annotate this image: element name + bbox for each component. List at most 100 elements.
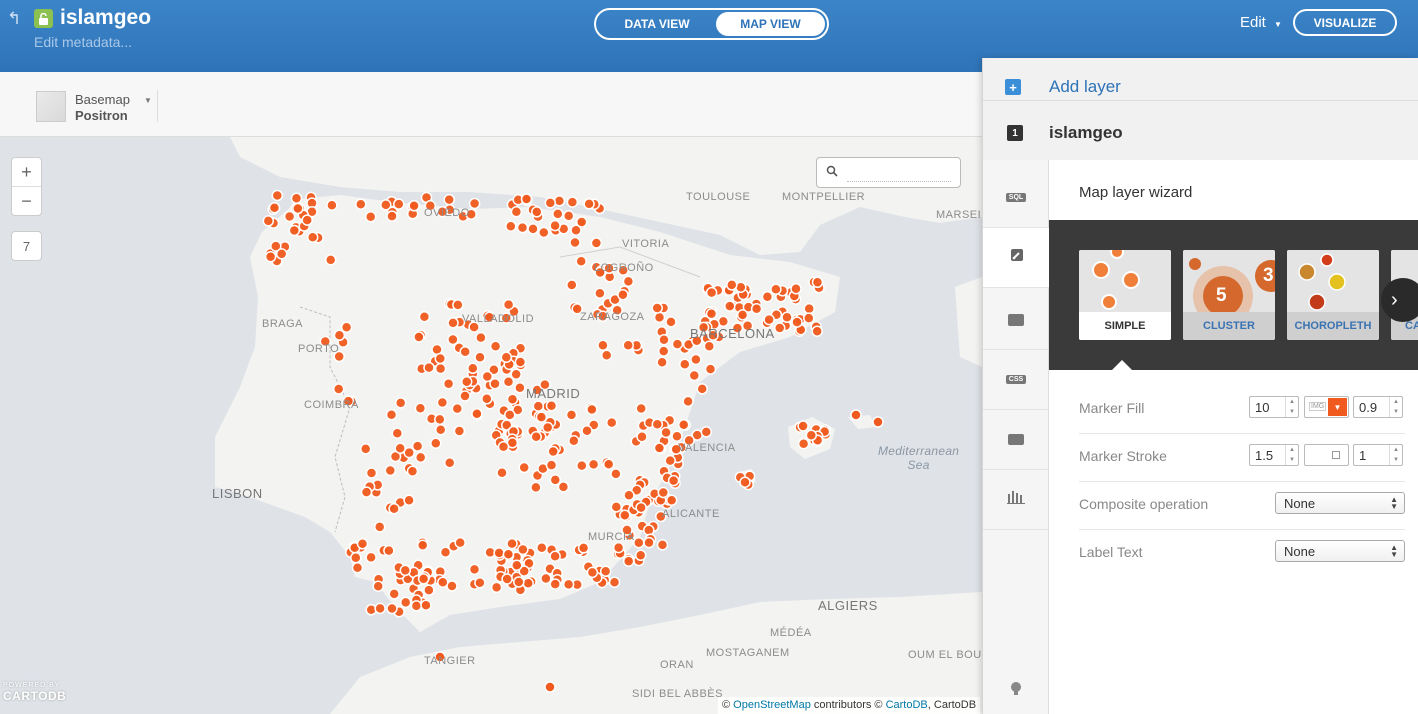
map-marker[interactable] — [434, 362, 447, 375]
map-marker[interactable] — [811, 276, 824, 289]
cartodb-logo[interactable]: POWERED BY CARTODB — [3, 682, 66, 703]
map-marker[interactable] — [797, 437, 810, 450]
map-marker[interactable] — [773, 322, 786, 334]
map-marker[interactable] — [514, 356, 527, 368]
map-view-tab[interactable]: MAP VIEW — [716, 12, 825, 36]
map-marker[interactable] — [797, 420, 809, 432]
map-marker[interactable] — [511, 559, 523, 572]
map-marker[interactable] — [510, 368, 522, 380]
map-marker[interactable] — [374, 602, 386, 615]
map-marker[interactable] — [781, 311, 793, 324]
map-marker[interactable] — [414, 451, 427, 464]
map-marker[interactable] — [541, 421, 554, 434]
map-marker[interactable] — [418, 310, 431, 323]
visualize-button[interactable]: VISUALIZE — [1293, 9, 1397, 36]
map-marker[interactable] — [406, 465, 419, 478]
map-marker[interactable] — [490, 581, 503, 594]
map-marker[interactable] — [657, 486, 670, 499]
map-marker[interactable] — [459, 390, 471, 402]
map-marker[interactable] — [575, 255, 587, 268]
map-marker[interactable] — [608, 576, 621, 588]
map-marker[interactable] — [622, 339, 634, 351]
map-marker[interactable] — [587, 458, 600, 471]
map-marker[interactable] — [332, 383, 345, 395]
map-marker[interactable] — [292, 202, 304, 215]
map-marker[interactable] — [544, 681, 556, 693]
map-marker[interactable] — [386, 602, 398, 615]
map-marker[interactable] — [475, 331, 487, 344]
map-marker[interactable] — [502, 298, 515, 311]
map-marker[interactable] — [447, 317, 459, 329]
map-marker[interactable] — [517, 543, 529, 556]
map-marker[interactable] — [468, 563, 481, 576]
map-marker[interactable] — [671, 338, 684, 350]
map-marker[interactable] — [506, 537, 518, 550]
map-marker[interactable] — [383, 544, 395, 557]
cartodb-link[interactable]: CartoDB — [886, 699, 928, 711]
map-marker[interactable] — [493, 547, 505, 559]
marker-fill-color-picker[interactable]: IMG ▼ — [1304, 396, 1349, 418]
map-marker[interactable] — [651, 418, 664, 430]
map-canvas[interactable]: TOULOUSE MONTPELLIER MARSEILLE OVIEDO VI… — [0, 137, 982, 714]
map-marker[interactable] — [437, 576, 449, 589]
map-marker[interactable] — [635, 402, 647, 415]
map-marker[interactable] — [420, 599, 432, 611]
map-marker[interactable] — [635, 501, 647, 514]
map-marker[interactable] — [399, 596, 412, 609]
map-marker[interactable] — [545, 399, 558, 412]
tool-filters[interactable] — [983, 470, 1049, 530]
map-marker[interactable] — [388, 588, 400, 600]
marker-fill-width-stepper[interactable]: 10 ▲ ▼ — [1249, 396, 1299, 418]
map-marker[interactable] — [602, 458, 615, 470]
map-marker[interactable] — [380, 199, 392, 211]
map-marker[interactable] — [619, 509, 631, 521]
map-marker[interactable] — [326, 199, 338, 211]
map-marker[interactable] — [510, 206, 523, 218]
map-marker[interactable] — [384, 464, 397, 477]
map-marker[interactable] — [439, 546, 452, 559]
map-marker[interactable] — [385, 409, 398, 421]
map-marker[interactable] — [590, 237, 603, 249]
map-marker[interactable] — [451, 402, 464, 415]
map-marker[interactable] — [520, 193, 533, 205]
map-marker[interactable] — [442, 377, 455, 390]
basemap-thumbnail[interactable] — [36, 91, 66, 122]
map-marker[interactable] — [532, 400, 545, 412]
stepper-arrows-icon[interactable]: ▲ ▼ — [1389, 397, 1402, 417]
map-marker[interactable] — [803, 312, 815, 324]
map-marker[interactable] — [549, 219, 561, 232]
map-marker[interactable] — [568, 435, 580, 447]
map-marker[interactable] — [569, 236, 581, 249]
map-marker[interactable] — [301, 214, 313, 226]
map-marker[interactable] — [496, 467, 508, 479]
map-marker[interactable] — [531, 206, 543, 218]
map-marker[interactable] — [594, 287, 606, 299]
map-marker[interactable] — [577, 542, 590, 554]
map-marker[interactable] — [516, 221, 529, 234]
map-marker[interactable] — [599, 565, 612, 578]
map-marker[interactable] — [622, 275, 635, 288]
map-marker[interactable] — [481, 393, 493, 405]
map-marker[interactable] — [703, 340, 716, 352]
map-marker[interactable] — [373, 521, 386, 533]
viz-type-cluster[interactable]: 5 3 CLUSTER — [1183, 250, 1275, 340]
map-marker[interactable] — [565, 409, 578, 421]
map-marker[interactable] — [365, 551, 377, 564]
map-marker[interactable] — [566, 279, 578, 291]
map-marker[interactable] — [430, 437, 442, 450]
map-marker[interactable] — [634, 549, 647, 562]
map-marker[interactable] — [453, 425, 466, 437]
map-marker[interactable] — [617, 288, 629, 301]
chevron-right-icon[interactable]: › — [1381, 278, 1418, 322]
marker-stroke-color-picker[interactable] — [1304, 444, 1349, 466]
map-marker[interactable] — [656, 356, 668, 368]
lightbulb-icon[interactable] — [1008, 680, 1024, 696]
map-marker[interactable] — [416, 539, 429, 551]
map-marker[interactable] — [536, 541, 548, 554]
map-marker[interactable] — [356, 538, 369, 550]
map-marker[interactable] — [471, 407, 483, 420]
map-marker[interactable] — [364, 211, 377, 223]
map-marker[interactable] — [506, 393, 519, 405]
stepper-arrows-icon[interactable]: ▲ ▼ — [1285, 445, 1298, 465]
marker-stroke-opacity-stepper[interactable]: 1 ▲ ▼ — [1353, 444, 1403, 466]
